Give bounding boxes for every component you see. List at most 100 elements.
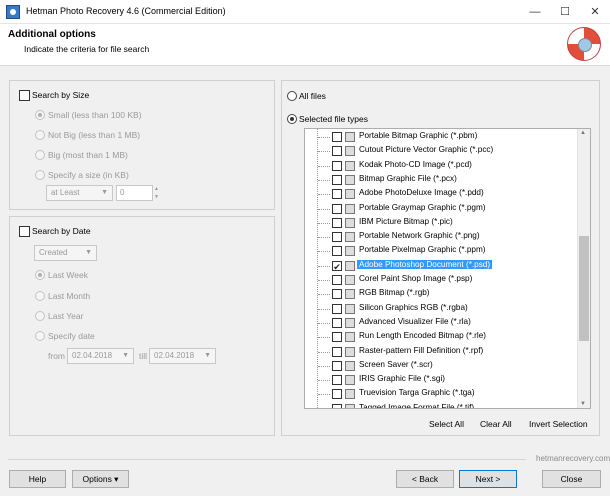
scroll-thumb[interactable] — [579, 236, 589, 341]
help-button[interactable]: Help — [9, 470, 66, 488]
list-item[interactable]: Corel Paint Shop Image (*.psp) — [305, 273, 590, 287]
list-item-checkbox[interactable] — [332, 217, 342, 228]
list-item[interactable]: IBM Picture Bitmap (*.pic) — [305, 216, 590, 230]
next-button[interactable]: Next > — [459, 470, 517, 488]
list-item-checkbox[interactable] — [332, 303, 342, 314]
list-item-checkbox[interactable] — [332, 332, 342, 343]
date-criteria-select[interactable]: Created ▼ — [34, 245, 97, 261]
list-item-checkbox[interactable] — [332, 174, 342, 185]
tree-branch — [318, 294, 330, 296]
list-item-checkbox[interactable] — [332, 232, 342, 243]
scroll-down-icon[interactable]: ▼ — [580, 401, 586, 407]
size-value-input[interactable]: 0 — [116, 185, 153, 201]
close-window-button[interactable]: ✕ — [580, 0, 610, 24]
tree-branch — [318, 165, 330, 167]
list-item[interactable]: Silicon Graphics RGB (*.rgba) — [305, 302, 590, 316]
chevron-down-icon: ▼ — [85, 249, 92, 256]
file-type-icon — [345, 346, 355, 357]
size-notbig-label: Not Big (less than 1 MB) — [48, 130, 141, 140]
size-big-label: Big (most than 1 MB) — [48, 150, 128, 160]
list-item[interactable]: Screen Saver (*.scr) — [305, 359, 590, 373]
list-item[interactable]: IRIS Graphic File (*.sgi) — [305, 373, 590, 387]
invert-selection-button[interactable]: Invert Selection — [529, 419, 588, 429]
date-from-picker[interactable]: 02.04.2018 ▼ — [67, 348, 134, 364]
search-by-date-checkbox[interactable] — [19, 226, 30, 237]
tree-branch — [318, 179, 330, 181]
list-item[interactable]: Run Length Encoded Bitmap (*.rle) — [305, 330, 590, 344]
list-item[interactable]: Advanced Visualizer File (*.rla) — [305, 316, 590, 330]
list-item-checkbox[interactable] — [332, 132, 342, 142]
size-specify-radio[interactable] — [35, 170, 45, 180]
list-item[interactable]: Raster-pattern Fill Definition (*.rpf) — [305, 345, 590, 359]
file-type-icon — [345, 289, 355, 300]
list-item-checkbox[interactable] — [332, 203, 342, 214]
file-type-icon — [345, 232, 355, 243]
list-item[interactable]: Cutout Picture Vector Graphic (*.pcc) — [305, 144, 590, 158]
date-lastmonth-radio[interactable] — [35, 291, 45, 301]
back-button[interactable]: < Back — [396, 470, 454, 488]
size-mode-select[interactable]: at Least ▼ — [46, 185, 113, 201]
list-scrollbar[interactable]: ▲ ▼ — [577, 129, 590, 408]
search-by-size-checkbox[interactable] — [19, 90, 30, 101]
file-type-icon — [345, 317, 355, 328]
list-item-checkbox[interactable] — [332, 246, 342, 257]
size-specify-label: Specify a size (in KB) — [48, 170, 129, 180]
close-button[interactable]: Close — [542, 470, 601, 488]
file-type-icon — [345, 160, 355, 171]
list-item[interactable]: Adobe PhotoDeluxe Image (*.pdd) — [305, 187, 590, 201]
tree-branch — [318, 251, 330, 253]
size-small-radio[interactable] — [35, 110, 45, 120]
maximize-button[interactable]: ☐ — [550, 0, 580, 24]
list-item[interactable]: Bitmap Graphic File (*.pcx) — [305, 173, 590, 187]
selected-types-radio[interactable] — [287, 114, 297, 124]
list-item-checkbox[interactable] — [332, 146, 342, 157]
list-item-checkbox[interactable] — [332, 189, 342, 200]
date-specify-radio[interactable] — [35, 331, 45, 341]
window-title: Hetman Photo Recovery 4.6 (Commercial Ed… — [26, 6, 226, 16]
list-item-label: Portable Pixelmap Graphic (*.ppm) — [359, 245, 486, 255]
size-big-radio[interactable] — [35, 150, 45, 160]
tree-branch — [318, 351, 330, 353]
tree-branch — [318, 265, 330, 267]
file-type-icon — [345, 275, 355, 285]
list-item[interactable]: Tagged Image Format File (*.tif) — [305, 402, 590, 408]
clear-all-button[interactable]: Clear All — [480, 419, 512, 429]
date-till-picker[interactable]: 02.04.2018 ▼ — [149, 348, 216, 364]
options-button[interactable]: Options ▾ — [72, 470, 129, 488]
file-type-icon — [345, 146, 355, 157]
size-notbig-radio[interactable] — [35, 130, 45, 140]
list-item-checkbox[interactable] — [332, 289, 342, 300]
list-item[interactable]: Portable Pixelmap Graphic (*.ppm) — [305, 244, 590, 258]
size-spin-buttons[interactable]: ▲ ▼ — [154, 185, 162, 201]
minimize-button[interactable]: — — [520, 0, 550, 24]
size-mode-value: at Least — [51, 188, 80, 197]
list-item[interactable]: Portable Network Graphic (*.png) — [305, 230, 590, 244]
list-item[interactable]: Adobe Photoshop Document (*.psd) — [305, 259, 590, 273]
list-item-label: IBM Picture Bitmap (*.pic) — [359, 216, 453, 226]
list-item[interactable]: Portable Bitmap Graphic (*.pbm) — [305, 130, 590, 144]
list-item-checkbox[interactable] — [332, 403, 342, 408]
date-lastyear-radio[interactable] — [35, 311, 45, 321]
date-lastweek-radio[interactable] — [35, 270, 45, 280]
list-item-checkbox[interactable] — [332, 375, 342, 386]
file-type-icon — [345, 375, 355, 386]
list-item-checkbox[interactable] — [332, 346, 342, 357]
list-item[interactable]: RGB Bitmap (*.rgb) — [305, 287, 590, 301]
all-files-radio[interactable] — [287, 91, 297, 101]
list-item-label: Portable Graymap Graphic (*.pgm) — [359, 202, 486, 212]
scroll-up-icon[interactable]: ▲ — [580, 130, 586, 136]
file-type-list[interactable]: Portable Bitmap Graphic (*.pbm) Cutout Pi… — [304, 128, 591, 409]
list-item-checkbox[interactable] — [332, 389, 342, 400]
select-all-button[interactable]: Select All — [429, 419, 464, 429]
list-item[interactable]: Kodak Photo-CD Image (*.pcd) — [305, 159, 590, 173]
list-item-checkbox[interactable] — [332, 275, 342, 285]
list-item-checkbox[interactable] — [332, 260, 342, 271]
date-from-value: 02.04.2018 — [72, 351, 113, 360]
list-item-checkbox[interactable] — [332, 317, 342, 328]
list-item[interactable]: Portable Graymap Graphic (*.pgm) — [305, 202, 590, 216]
list-item-label: Screen Saver (*.scr) — [359, 359, 433, 369]
list-item-checkbox[interactable] — [332, 160, 342, 171]
list-item[interactable]: Truevision Targa Graphic (*.tga) — [305, 387, 590, 401]
list-item-checkbox[interactable] — [332, 360, 342, 371]
all-files-label: All files — [299, 91, 326, 101]
